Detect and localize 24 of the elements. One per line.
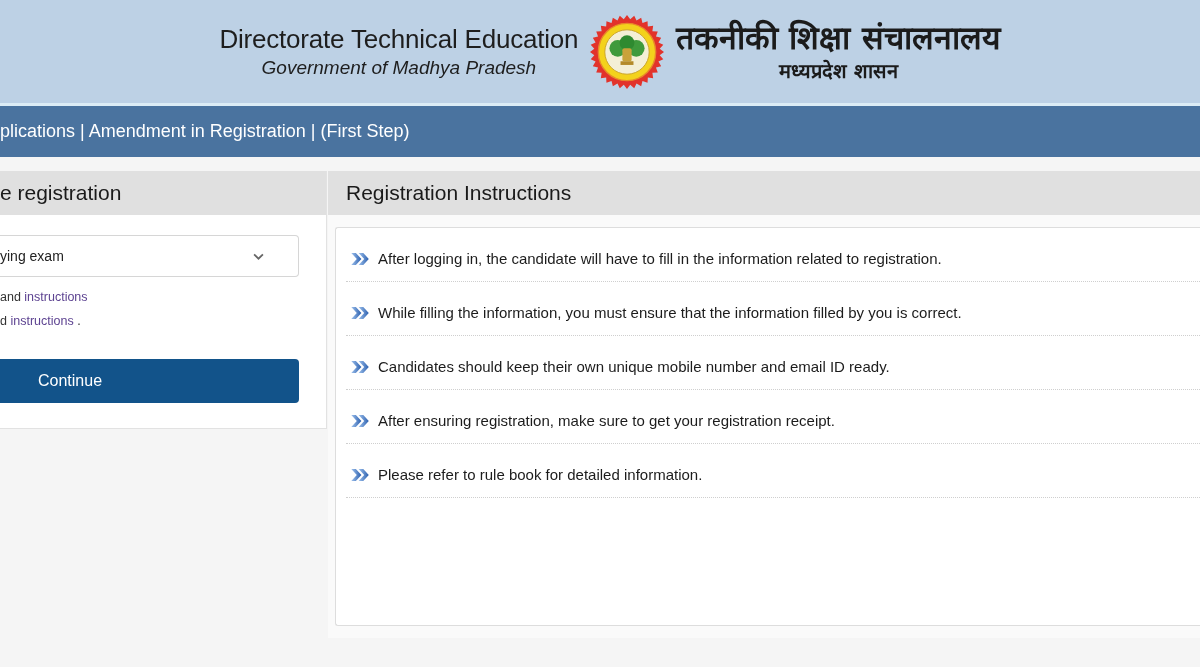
panel-title: e registration — [0, 181, 122, 205]
instruction-text: After logging in, the candidate will have to fill in the information related to registration. — [378, 249, 942, 269]
panel-title: Registration Instructions — [346, 181, 572, 205]
double-chevron-icon — [351, 469, 370, 481]
continue-button[interactable]: Continue — [0, 359, 299, 403]
instructions-link[interactable]: instructions — [10, 314, 74, 328]
instruction-text: Candidates should keep their own unique mobile number and email ID ready. — [378, 357, 890, 377]
instruction-text: While filling the information, you must ensure that the information filled by you is correct. — [378, 303, 962, 323]
double-chevron-icon — [351, 361, 370, 373]
site-subtitle: मध्यप्रदेश शासन — [779, 58, 898, 85]
site-title: Directorate Technical Education — [219, 24, 579, 55]
site-title: तकनीकी शिक्षा संचालनालय — [676, 18, 1001, 58]
note-text: d instructions . — [0, 313, 81, 330]
site-subtitle: Government of Madhya Pradesh — [261, 57, 537, 79]
chevron-down-icon — [253, 252, 264, 260]
note-text: and instructions — [0, 289, 88, 306]
double-chevron-icon — [351, 253, 370, 265]
instruction-text: Please refer to rule book for detailed information. — [378, 465, 703, 485]
double-chevron-icon — [351, 307, 370, 319]
exam-select[interactable]: ying exam — [0, 235, 299, 277]
instructions-link[interactable]: instructions — [24, 290, 88, 304]
instruction-text: After ensuring registration, make sure to get your registration receipt. — [378, 411, 835, 431]
breadcrumb-text: plications | Amendment in Registration | (First Step) — [0, 121, 410, 142]
double-chevron-icon — [351, 415, 370, 427]
